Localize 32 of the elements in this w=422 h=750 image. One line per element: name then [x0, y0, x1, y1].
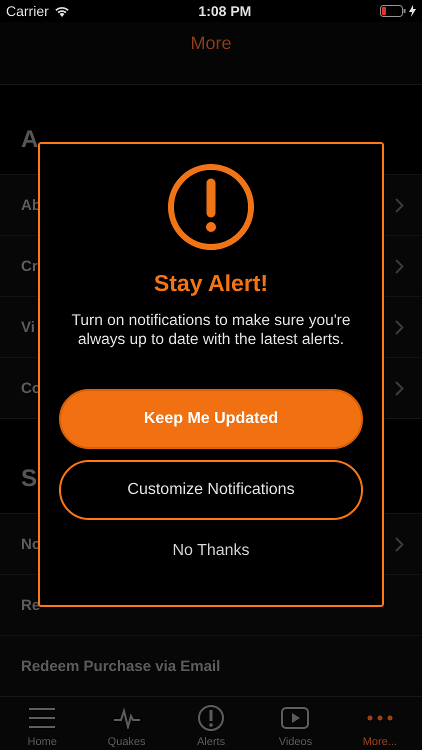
charging-icon	[408, 5, 416, 17]
clock: 1:08 PM	[198, 3, 252, 19]
tab-label: Home	[28, 736, 57, 748]
row-label: Re	[21, 596, 40, 614]
alert-icon	[167, 163, 255, 251]
play-icon	[281, 707, 310, 729]
tab-label: Videos	[278, 736, 312, 748]
secondary-button[interactable]: Customize Notifications	[59, 460, 363, 520]
battery-icon	[380, 5, 406, 17]
tab-item[interactable]: Videos	[253, 697, 338, 750]
tab-item[interactable]: Alerts	[168, 697, 254, 750]
alert-icon	[198, 705, 224, 731]
tab-label: More...	[362, 736, 397, 748]
wifi-icon	[54, 5, 70, 17]
more-icon	[366, 715, 393, 721]
carrier-name: Carrier	[6, 3, 49, 19]
tab-item[interactable]: Quakes	[84, 697, 169, 750]
primary-button[interactable]: Keep Me Updated	[59, 389, 363, 449]
dialog-message: Turn on notifications to make sure you're always up to date with the latest alerts.	[70, 311, 352, 349]
tab-item[interactable]: More...	[338, 697, 422, 750]
dialog-title: Stay Alert!	[154, 270, 268, 297]
dismiss-button[interactable]: No Thanks	[166, 532, 256, 570]
tab-item[interactable]: Home	[0, 697, 84, 750]
pulse-icon	[112, 707, 141, 729]
list-row[interactable]: Redeem Purchase via Email	[0, 635, 422, 696]
row-label: Cr	[21, 258, 38, 274]
tab-label: Quakes	[108, 736, 146, 748]
menu-icon	[28, 707, 56, 729]
nav-title: More	[190, 33, 232, 54]
row-label: Redeem Purchase via Email	[21, 658, 220, 674]
row-label: Vi	[21, 318, 35, 336]
tab-label: Alerts	[196, 736, 226, 748]
